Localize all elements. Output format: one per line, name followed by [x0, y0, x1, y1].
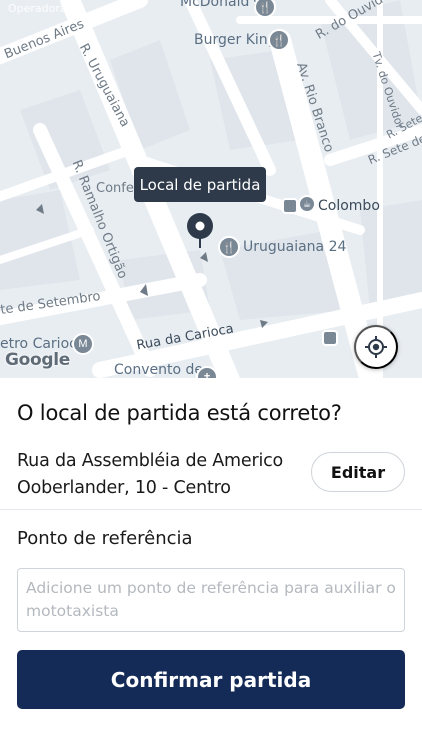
metro-icon[interactable]: M	[72, 333, 94, 355]
crosshair-icon	[365, 336, 387, 358]
divider	[0, 509, 422, 510]
edit-address-button[interactable]: Editar	[311, 452, 405, 492]
sheet-title: O local de partida está correto?	[17, 401, 342, 425]
address-line-2: Ooberlander, 10 - Centro	[17, 478, 231, 498]
reference-label: Ponto de referência	[17, 528, 193, 549]
poi-label[interactable]: McDonald's	[180, 0, 261, 10]
address-line-1: Rua da Assembléia de Americo	[17, 451, 284, 471]
restaurant-icon[interactable]: 🍴	[218, 236, 240, 258]
transit-icon	[282, 198, 298, 214]
reference-input[interactable]	[17, 568, 405, 632]
poi-label[interactable]: Uruguaiana 24	[243, 239, 346, 255]
transit-icon	[322, 330, 338, 346]
cafe-icon[interactable]: ☕	[298, 195, 316, 213]
google-logo: Google	[5, 350, 71, 370]
map-view[interactable]: Operadora Buenos Aires R. Uruguaiana R. …	[0, 0, 422, 378]
confirm-pickup-button[interactable]: Confirmar partida	[17, 650, 405, 709]
status-carrier: Operadora	[8, 2, 67, 15]
restaurant-icon[interactable]: 🍴	[268, 29, 290, 51]
my-location-button[interactable]	[354, 325, 398, 369]
pickup-tooltip: Local de partida	[134, 167, 266, 202]
poi-label[interactable]: Colombo	[318, 198, 380, 214]
poi-label[interactable]: Convento de	[114, 362, 203, 378]
pickup-confirm-sheet: O local de partida está correto? Rua da …	[0, 378, 422, 750]
pickup-pin-icon[interactable]	[186, 212, 214, 248]
street-label: Confe	[96, 181, 134, 196]
pickup-address: Rua da Assembléia de Americo Ooberlander…	[17, 448, 297, 502]
poi-label[interactable]: Burger King	[194, 32, 277, 48]
